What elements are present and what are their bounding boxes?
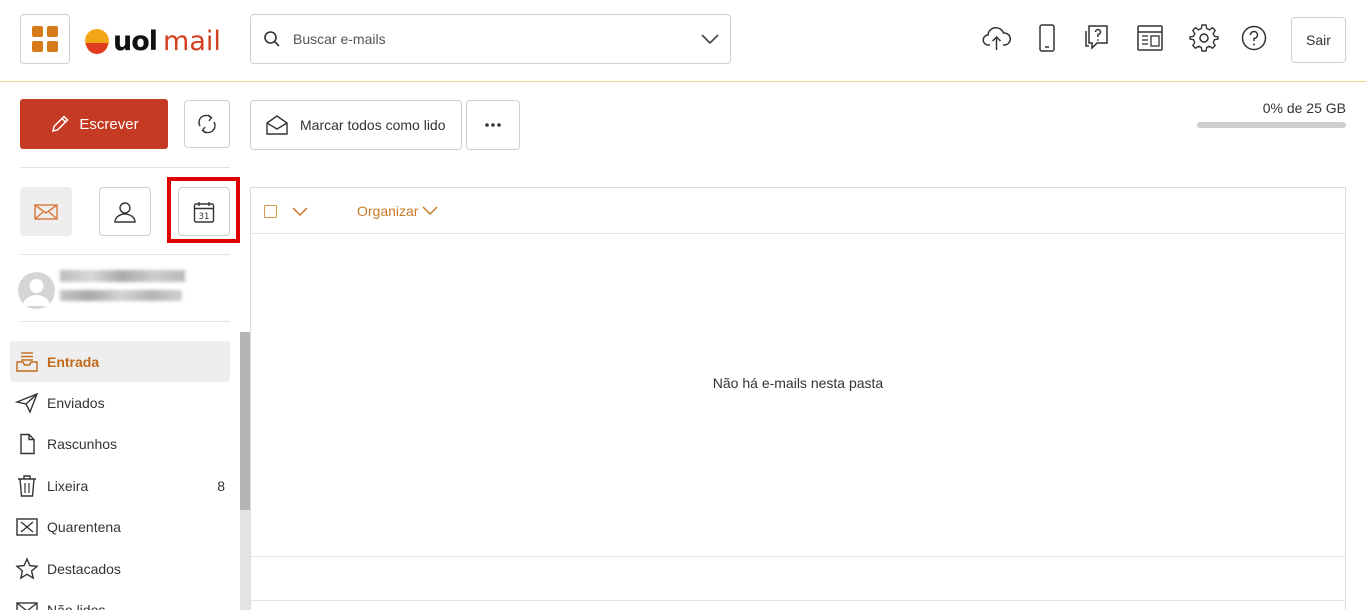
- storage-quota-text: 0% de 25 GB: [1262, 100, 1346, 116]
- unread-icon: [14, 598, 40, 610]
- list-footer-divider: [251, 600, 1345, 601]
- mark-all-read-label: Marcar todos como lido: [300, 117, 446, 133]
- uol-logo-icon: [85, 29, 109, 54]
- folder-starred[interactable]: Destacados: [10, 548, 230, 589]
- folder-sent[interactable]: Enviados: [10, 382, 230, 423]
- trash-icon: [14, 474, 40, 498]
- folder-inbox[interactable]: Entrada: [10, 341, 230, 382]
- mobile-app-button[interactable]: [1032, 22, 1062, 54]
- contacts-mode-button[interactable]: [99, 187, 151, 236]
- uol-mail-logo[interactable]: uol mail: [84, 24, 221, 58]
- gear-icon: [1189, 24, 1219, 52]
- refresh-icon: [198, 114, 216, 134]
- layout-view-button[interactable]: [1135, 22, 1165, 54]
- search-input[interactable]: Buscar e-mails: [250, 14, 731, 64]
- cloud-upload-icon: [982, 27, 1011, 50]
- help-chat-button[interactable]: [1082, 22, 1112, 54]
- storage-quota-bar: [1197, 122, 1346, 128]
- logo-product: mail: [163, 25, 221, 57]
- logo-brand: uol: [113, 25, 158, 57]
- compose-label: Escrever: [79, 115, 139, 133]
- account-name-redacted: [60, 270, 185, 282]
- cloud-upload-button[interactable]: [982, 22, 1012, 54]
- list-footer-divider: [251, 556, 1345, 557]
- folder-unread[interactable]: Não lidos: [10, 589, 230, 610]
- quarantine-icon: [14, 515, 40, 539]
- user-avatar-icon: [23, 279, 50, 306]
- folder-label: Não lidos: [47, 601, 106, 610]
- folder-label: Quarentena: [47, 518, 121, 535]
- folder-label: Entrada: [47, 353, 100, 370]
- scrollbar-thumb[interactable]: [240, 332, 250, 510]
- person-icon: [114, 201, 136, 223]
- folder-label: Destacados: [47, 560, 121, 577]
- apps-grid-icon: [32, 26, 58, 52]
- folder-drafts[interactable]: Rascunhos: [10, 423, 230, 464]
- folder-label: Enviados: [47, 394, 105, 411]
- avatar[interactable]: [18, 272, 55, 309]
- help-chat-icon: [1085, 25, 1108, 50]
- folder-trash[interactable]: Lixeira 8: [10, 465, 230, 506]
- top-header: uol mail Buscar e-mails Sair: [0, 0, 1366, 82]
- sidebar-divider: [20, 321, 230, 322]
- pencil-icon: [52, 115, 69, 132]
- inbox-icon: [14, 350, 40, 374]
- select-all-checkbox[interactable]: [264, 205, 277, 218]
- mail-mode-button[interactable]: [20, 187, 72, 236]
- account-email-redacted: [60, 290, 182, 301]
- folder-label: Rascunhos: [47, 435, 118, 452]
- settings-button[interactable]: [1189, 22, 1219, 54]
- chevron-down-icon[interactable]: [700, 29, 720, 49]
- message-list-panel: Organizar Não há e-mails nesta pasta: [250, 187, 1346, 610]
- search-icon: [264, 31, 280, 47]
- folder-label: Lixeira: [47, 477, 89, 494]
- empty-folder-message: Não há e-mails nesta pasta: [712, 375, 884, 391]
- chevron-down-icon: [422, 206, 438, 216]
- open-envelope-icon: [266, 115, 288, 135]
- mobile-phone-icon: [1039, 24, 1055, 52]
- organize-dropdown[interactable]: Organizar: [357, 203, 439, 219]
- mark-all-read-button[interactable]: Marcar todos como lido: [250, 100, 462, 150]
- message-list-header: Organizar: [251, 188, 1345, 234]
- folder-quarantine[interactable]: Quarentena: [10, 506, 230, 547]
- star-icon: [14, 556, 40, 581]
- layout-view-icon: [1137, 25, 1163, 51]
- apps-grid-button[interactable]: [20, 14, 70, 64]
- sidebar-scrollbar[interactable]: [240, 332, 250, 610]
- more-options-button[interactable]: [466, 100, 520, 150]
- organize-label: Organizar: [357, 203, 419, 219]
- logout-button[interactable]: Sair: [1291, 17, 1346, 63]
- send-icon: [14, 391, 40, 415]
- sidebar-divider: [20, 254, 230, 255]
- help-button[interactable]: [1239, 22, 1269, 54]
- compose-button[interactable]: Escrever: [20, 99, 168, 149]
- refresh-button[interactable]: [184, 100, 230, 148]
- search-placeholder: Buscar e-mails: [293, 31, 386, 47]
- sidebar-divider: [20, 167, 230, 168]
- draft-icon: [14, 432, 40, 456]
- question-circle-icon: [1241, 25, 1267, 51]
- calendar-highlight-box: [167, 177, 240, 243]
- chevron-down-icon[interactable]: [291, 206, 309, 218]
- envelope-icon: [34, 203, 58, 220]
- unread-count-badge: 8: [217, 477, 225, 494]
- ellipsis-icon: [485, 123, 501, 127]
